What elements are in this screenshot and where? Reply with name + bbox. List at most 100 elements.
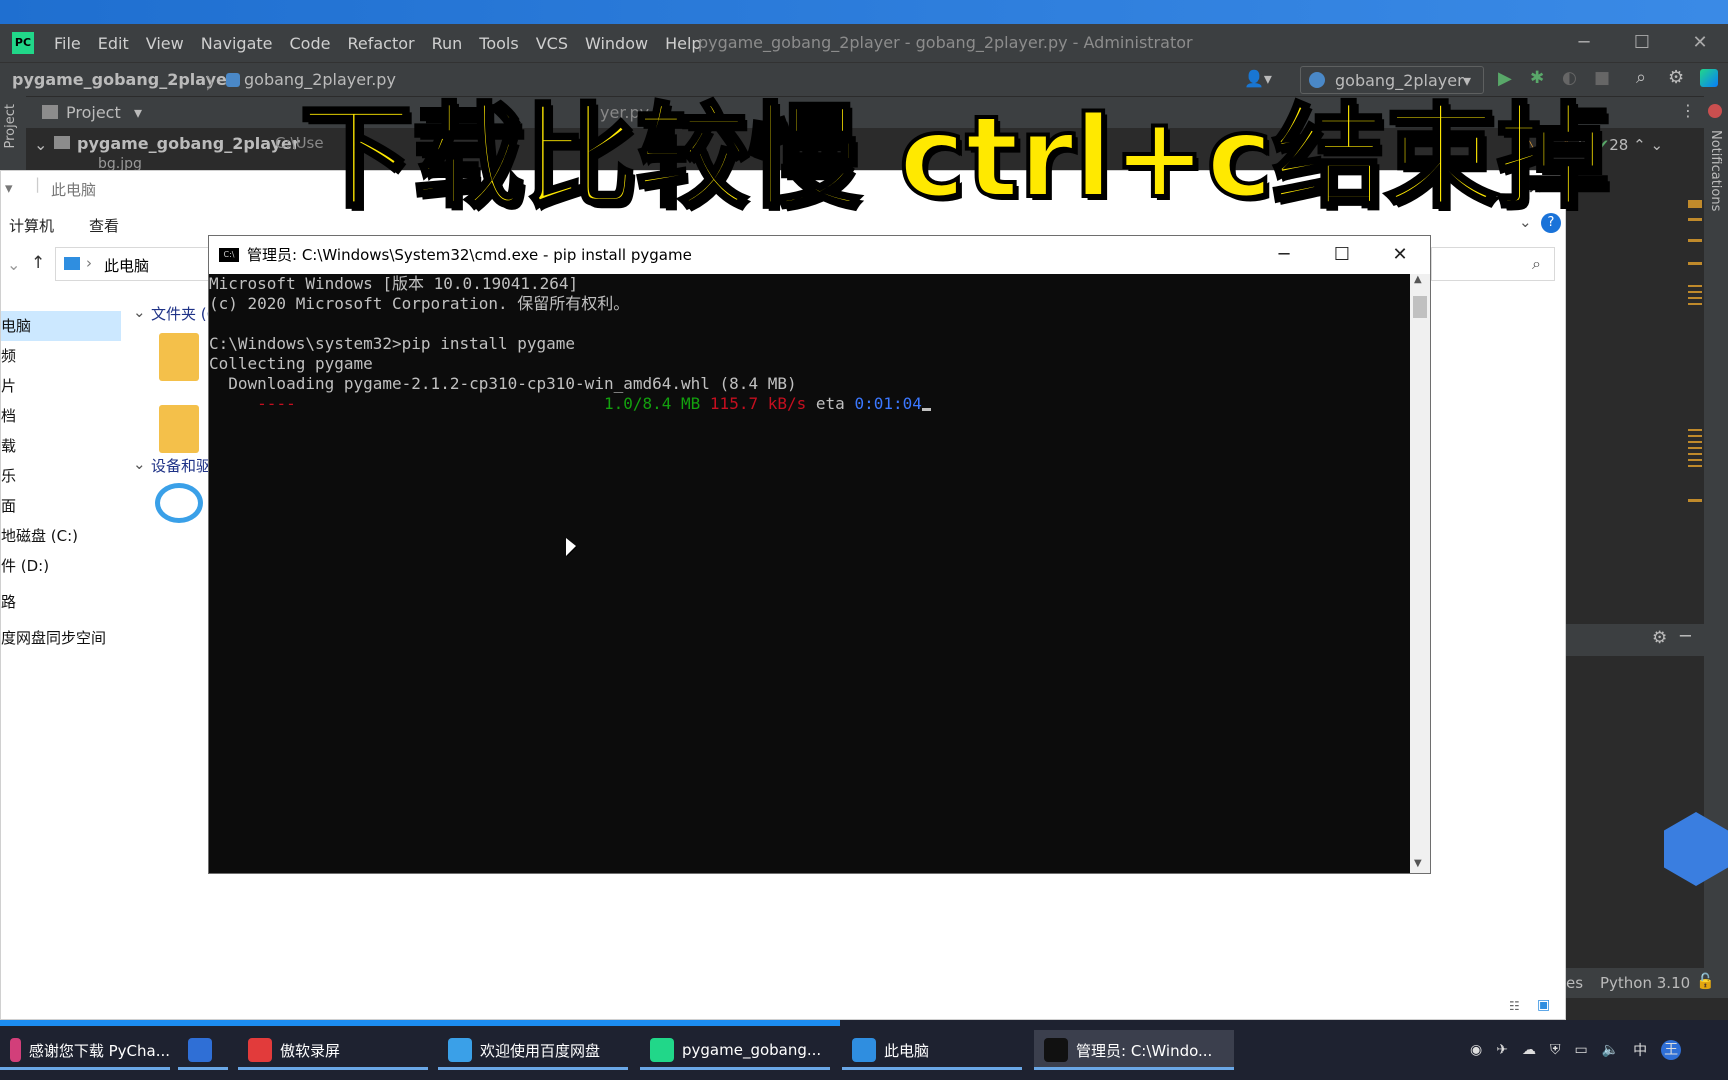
side-project-label[interactable]: Project [3, 104, 18, 148]
scroll-thumb[interactable] [1413, 296, 1427, 318]
menu-item-tools[interactable]: Tools [479, 34, 518, 53]
chevron-down-icon[interactable]: ⌄ [34, 135, 47, 154]
cortana-icon[interactable]: ◉ [1470, 1042, 1482, 1058]
cmd-console[interactable]: Microsoft Windows [版本 10.0.19041.264] (c)… [209, 274, 1410, 873]
quick-access-icon[interactable]: ▾ [5, 179, 13, 197]
taskbar-item[interactable]: 此电脑 [842, 1030, 1022, 1070]
scroll-up-icon[interactable]: ▲ [1414, 274, 1422, 285]
run-icon[interactable]: ▶ [1498, 68, 1512, 89]
chevron-up-icon[interactable]: ⌃ [1633, 136, 1646, 154]
network-icon[interactable]: ▭ [1574, 1042, 1587, 1058]
nav-item[interactable]: 度网盘同步空间 [1, 623, 121, 653]
this-pc-icon [852, 1038, 876, 1062]
profile-icon[interactable]: ◐ [1562, 68, 1577, 88]
taskbar-running-indicator [842, 1067, 1022, 1070]
hide-icon[interactable]: ─ [1680, 626, 1691, 647]
menu-item-help[interactable]: Help [665, 34, 701, 53]
ribbon-tab-computer[interactable]: 计算机 [9, 215, 54, 236]
maximize-icon[interactable]: ☐ [1313, 236, 1371, 274]
minimize-icon[interactable]: ─ [1255, 236, 1313, 274]
nav-item[interactable]: 乐 [1, 461, 121, 491]
menu-item-file[interactable]: File [54, 34, 81, 53]
menu-item-vcs[interactable]: VCS [536, 34, 568, 53]
taskbar-item[interactable]: 欢迎使用百度网盘 [438, 1030, 628, 1070]
scroll-down-icon[interactable]: ▼ [1414, 858, 1422, 869]
up-arrow-icon[interactable]: ↑ [31, 253, 45, 273]
close-icon[interactable]: ✕ [1672, 24, 1728, 62]
minimize-icon[interactable]: ─ [1556, 24, 1612, 62]
taskbar-item[interactable] [178, 1030, 228, 1070]
chevron-down-icon[interactable]: ▾ [134, 103, 142, 122]
volume-icon[interactable]: 🔈 [1602, 1042, 1619, 1058]
notifications-icon[interactable] [1708, 104, 1722, 118]
notifications-label[interactable]: Notifications [1708, 130, 1723, 211]
bird-tray-icon[interactable]: ✈ [1496, 1042, 1508, 1058]
lock-icon[interactable]: 🔓 [1696, 972, 1715, 990]
nav-item[interactable]: 面 [1, 491, 121, 521]
details-view-icon[interactable]: ☷ [1509, 999, 1520, 1013]
breadcrumb-arrow-icon: › [86, 254, 92, 272]
user-icon[interactable]: 👤▾ [1244, 69, 1272, 88]
gear-icon[interactable]: ⚙ [1668, 67, 1684, 88]
menu-item-edit[interactable]: Edit [98, 34, 129, 53]
taskbar-item[interactable]: 傲软录屏 [238, 1030, 428, 1070]
chevron-down-icon[interactable]: ⌄ [133, 303, 146, 321]
chevron-down-icon[interactable]: ⌄ [133, 455, 146, 473]
gear-icon[interactable]: ⚙ [1652, 628, 1667, 648]
taskbar-item[interactable]: 管理员: C:\Windo... [1034, 1030, 1234, 1070]
nav-item[interactable]: 路 [1, 587, 121, 617]
large-icons-view-icon[interactable]: ▣ [1537, 997, 1550, 1013]
search-icon[interactable]: ⌕ [1636, 67, 1646, 88]
close-icon[interactable]: ✕ [1371, 236, 1429, 274]
nav-item[interactable]: 地磁盘 (C:) [1, 521, 121, 551]
console-line: Microsoft Windows [版本 10.0.19041.264] [209, 274, 579, 293]
jetbrains-toolbox-icon[interactable] [1700, 69, 1718, 87]
maximize-icon[interactable]: ☐ [1614, 24, 1670, 62]
taskbar-item[interactable]: 感谢您下载 PyCha... [0, 1030, 170, 1070]
ime-mode-icon[interactable]: 王 [1661, 1040, 1682, 1060]
python-interpreter[interactable]: Python 3.10 [1600, 974, 1690, 992]
taskbar-item[interactable]: pygame_gobang... [640, 1030, 830, 1070]
ime-indicator[interactable]: 中 [1633, 1040, 1647, 1060]
nav-item[interactable]: 电脑 [1, 311, 121, 341]
taskbar-item-label: 傲软录屏 [280, 1041, 341, 1060]
nav-item[interactable]: 档 [1, 401, 121, 431]
security-icon[interactable]: ⛨ [1550, 1042, 1561, 1058]
breadcrumb-project[interactable]: pygame_gobang_2player [12, 70, 235, 89]
nav-item[interactable]: 频 [1, 341, 121, 371]
chevron-down-icon[interactable]: ⌄ [7, 255, 20, 274]
cmd-scrollbar[interactable]: ▲ ▼ [1410, 274, 1430, 873]
baidu-netdisk-icon[interactable] [155, 483, 203, 523]
debug-icon[interactable]: ✱ [1530, 68, 1544, 88]
menu-item-refactor[interactable]: Refactor [347, 34, 414, 53]
error-stripe[interactable] [1688, 200, 1702, 620]
menu-item-code[interactable]: Code [290, 34, 331, 53]
ribbon-tab-view[interactable]: 查看 [89, 215, 119, 236]
project-tool-label[interactable]: Project [66, 103, 121, 122]
pycharm-window-title: pygame_gobang_2player - gobang_2player.p… [698, 33, 1193, 52]
nav-item[interactable]: 载 [1, 431, 121, 461]
stop-icon[interactable]: ■ [1594, 68, 1610, 88]
pycharm-icon [650, 1038, 674, 1062]
search-box[interactable]: ⌕ [1431, 247, 1555, 281]
separator: | [35, 175, 41, 193]
breadcrumb-file[interactable]: gobang_2player.py [244, 70, 396, 89]
cmd-title: 管理员: C:\Windows\System32\cmd.exe - pip i… [247, 246, 692, 264]
more-options-icon[interactable]: ⋮ [1680, 101, 1696, 120]
menu-item-view[interactable]: View [146, 34, 184, 53]
menu-item-window[interactable]: Window [585, 34, 648, 53]
section-folders[interactable]: 文件夹 (6 [151, 303, 216, 324]
chevron-down-icon[interactable]: ⌄ [1650, 136, 1663, 154]
project-root[interactable]: pygame_gobang_2player [77, 134, 300, 153]
menu-item-run[interactable]: Run [432, 34, 463, 53]
nav-item[interactable]: 件 (D:) [1, 551, 121, 581]
baidu-tray-icon[interactable]: ☁ [1522, 1042, 1536, 1058]
menu-item-navigate[interactable]: Navigate [201, 34, 273, 53]
music-folder-icon[interactable] [159, 405, 199, 453]
address-bar[interactable]: › 此电脑 [55, 247, 225, 281]
nav-item[interactable]: 片 [1, 371, 121, 401]
section-devices[interactable]: 设备和驱 [151, 455, 211, 476]
videos-folder-icon[interactable] [159, 333, 199, 381]
taskbar-item-label: pygame_gobang... [682, 1041, 822, 1059]
